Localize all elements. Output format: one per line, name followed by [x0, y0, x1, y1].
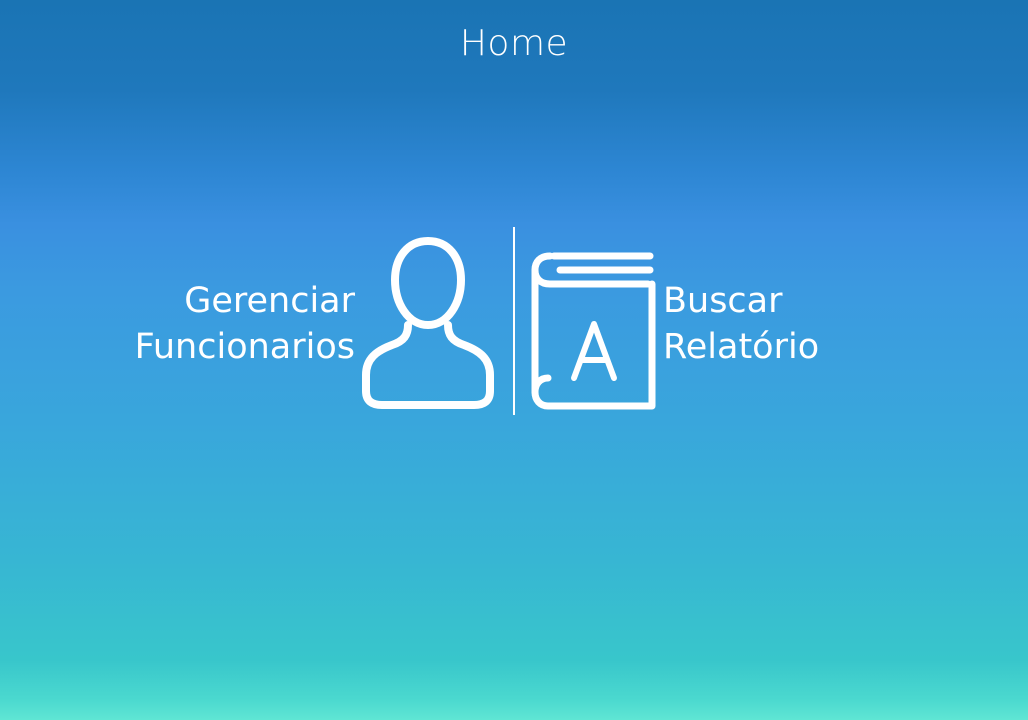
page-title: Home [459, 23, 569, 64]
manage-employees-label-line2: Funcionarios [134, 327, 355, 367]
user-icon[interactable] [358, 235, 498, 411]
search-report-label[interactable]: Buscar Relatório [663, 278, 819, 370]
search-report-label-line1: Buscar [663, 281, 783, 321]
manage-employees-label[interactable]: Gerenciar Funcionarios [135, 278, 355, 370]
manage-employees-label-line1: Gerenciar [184, 281, 355, 321]
search-report-label-line2: Relatório [663, 327, 820, 367]
menu-divider [513, 227, 515, 415]
